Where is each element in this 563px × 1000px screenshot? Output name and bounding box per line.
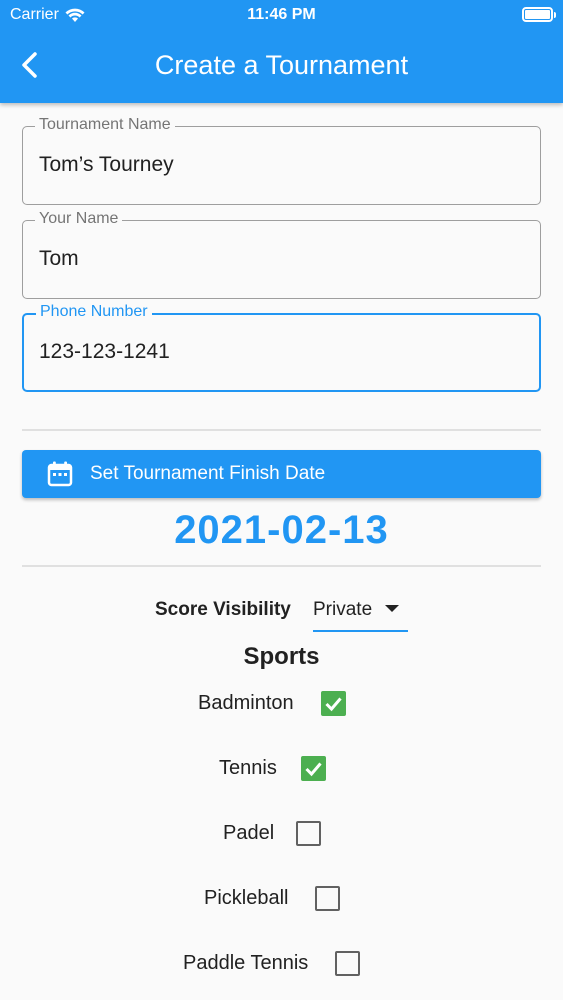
sport-item-tennis: Tennis [0,749,563,789]
sport-label: Padel [223,822,275,844]
sport-label: Pickleball [204,887,289,909]
score-visibility-value: Private [313,599,373,620]
set-finish-date-label: Set Tournament Finish Date [90,463,326,484]
your-name-label: Your Name [35,210,123,228]
phone-number-value[interactable]: 123-123-1241 [39,340,170,364]
your-name-value[interactable]: Tom [39,247,79,271]
sport-label: Tennis [219,757,277,779]
tournament-name-label: Tournament Name [35,116,175,134]
your-name-field[interactable]: Your Name Tom [22,210,541,299]
score-visibility-dropdown[interactable]: Private [313,595,408,632]
sport-item-paddle-tennis: Paddle Tennis [0,944,563,984]
app-bar: Carrier 11:46 PM Create a Tournament [0,0,563,103]
calendar-icon [47,461,73,487]
sports-heading: Sports [243,643,320,670]
sport-item-padel: Padel [0,814,563,854]
sport-item-pickleball: Pickleball [0,879,563,919]
paddle-tennis-checkbox[interactable] [335,951,360,976]
finish-date-display: 2021-02-13 [174,508,389,552]
tennis-checkbox[interactable] [301,756,326,781]
tournament-name-field[interactable]: Tournament Name Tom’s Tourney [22,116,541,205]
divider [22,429,541,431]
sport-label: Paddle Tennis [183,952,309,974]
badminton-checkbox[interactable] [321,691,346,716]
page-title: Create a Tournament [154,50,409,80]
status-time: 11:46 PM [247,6,316,23]
pickleball-checkbox[interactable] [315,886,340,911]
sport-item-badminton: Badminton [0,684,563,724]
set-finish-date-button[interactable]: Set Tournament Finish Date [22,450,541,498]
score-visibility-label: Score Visibility [155,599,291,620]
phone-number-field[interactable]: Phone Number 123-123-1241 [22,303,541,392]
checkmark-icon [305,762,322,777]
phone-number-label: Phone Number [36,303,152,321]
dropdown-arrow-icon [385,605,399,612]
divider [22,565,541,567]
checkmark-icon [325,697,342,712]
sport-label: Badminton [198,692,294,714]
padel-checkbox[interactable] [296,821,321,846]
status-bar: Carrier 11:46 PM [0,0,563,30]
tournament-name-value[interactable]: Tom’s Tourney [39,153,174,177]
battery-icon [522,7,556,22]
